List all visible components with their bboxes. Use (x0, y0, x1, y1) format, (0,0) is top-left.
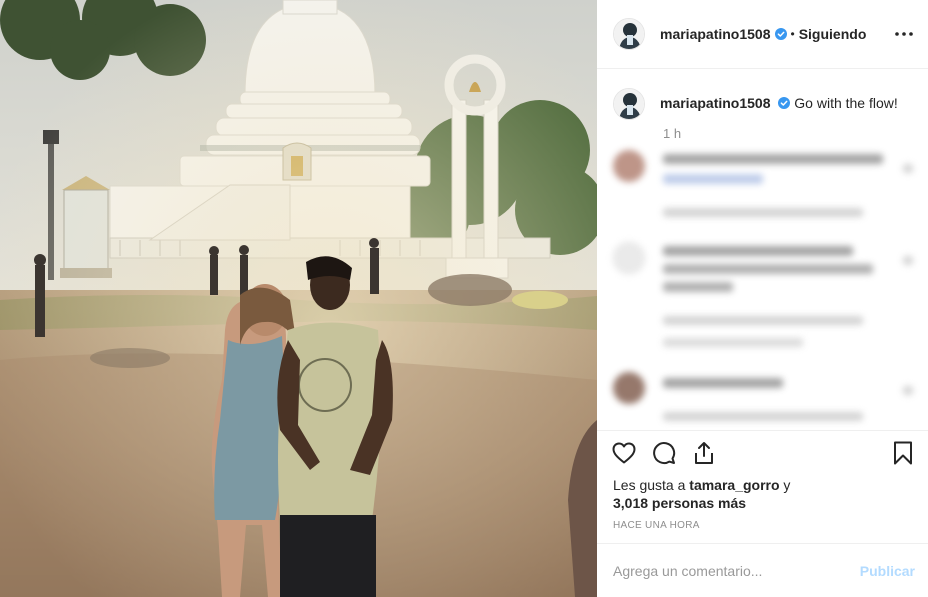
caption-text: Go with the flow! (794, 95, 898, 111)
caption-avatar-image (614, 89, 644, 119)
comment-avatar (613, 242, 645, 274)
comment-meta (663, 316, 863, 325)
comment-composer: Publicar (597, 543, 928, 597)
comment-like-icon (903, 256, 913, 265)
post-detail-panel: mariapatino1508 • Siguiendo mariapatino1… (597, 0, 928, 597)
comment-like-icon (903, 386, 913, 395)
username-link[interactable]: mariapatino1508 (660, 26, 771, 42)
likes-summary: Les gusta a tamara_gorro y 3,018 persona… (613, 476, 843, 512)
following-button[interactable]: Siguiendo (799, 26, 867, 42)
comment-meta (663, 412, 863, 421)
share-outline (695, 442, 713, 464)
comment-line (663, 378, 783, 388)
comment-input[interactable] (613, 544, 853, 597)
heart-icon[interactable] (611, 440, 637, 466)
caption-username[interactable]: mariapatino1508 (660, 95, 771, 111)
caption-timestamp[interactable]: 1 h (663, 126, 681, 141)
heart-outline (612, 442, 636, 464)
post-timestamp[interactable]: HACE UNA HORA (613, 520, 700, 531)
likes-suffix: y (779, 477, 791, 493)
separator-dot: • (790, 27, 795, 41)
comment-avatar (613, 372, 645, 404)
share-icon[interactable] (691, 440, 717, 466)
verified-badge-icon (774, 28, 787, 40)
post-photo[interactable] (0, 0, 597, 597)
comment-like-icon (903, 164, 913, 173)
comment-line (663, 174, 763, 184)
comment-icon[interactable] (651, 440, 677, 466)
post-photo-illustration (0, 0, 597, 597)
likes-others-link[interactable]: 3,018 personas más (613, 495, 746, 511)
more-options-icon[interactable] (892, 22, 916, 46)
likes-user-link[interactable]: tamara_gorro (689, 477, 779, 493)
publish-button[interactable]: Publicar (860, 563, 915, 579)
comment-meta (663, 338, 803, 347)
comment-avatar (613, 150, 645, 182)
caption: mariapatino1508 Go with the flow! (613, 88, 913, 120)
verified-badge-icon (778, 97, 791, 109)
post-header: mariapatino1508 • Siguiendo (597, 0, 928, 69)
bookmark-outline (894, 441, 912, 465)
caption-text-block: mariapatino1508 Go with the flow! (660, 88, 898, 120)
action-bar (611, 440, 717, 470)
caption-avatar[interactable] (613, 88, 645, 120)
likes-prefix: Les gusta a (613, 477, 690, 493)
bookmark-icon[interactable] (890, 440, 916, 466)
divider (597, 430, 928, 431)
comment-line (663, 154, 883, 164)
avatar[interactable] (613, 18, 645, 50)
avatar-image (614, 19, 644, 49)
comments-list[interactable] (597, 142, 928, 430)
more-options-dots (895, 32, 913, 36)
comment-line (663, 264, 873, 274)
comment-line (663, 246, 853, 256)
comment-meta (663, 208, 863, 217)
comment-outline (653, 442, 676, 465)
comment-line (663, 282, 733, 292)
